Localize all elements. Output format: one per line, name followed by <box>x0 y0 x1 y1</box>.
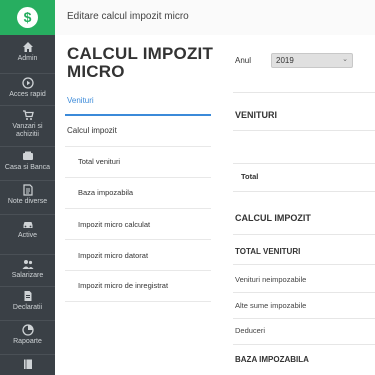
divider <box>233 318 375 319</box>
menu-item-impozit-datorat[interactable]: Impozit micro datorat <box>78 251 148 260</box>
page-title: CALCUL IMPOZIT MICRO <box>67 44 214 81</box>
book-icon <box>23 359 32 369</box>
notes-icon <box>22 184 33 196</box>
divider <box>233 163 375 164</box>
divider <box>65 239 211 240</box>
topbar: Editare calcul impozit micro <box>55 0 375 36</box>
chart-icon <box>21 324 34 336</box>
sidebar-item-active[interactable]: Active <box>0 214 55 240</box>
people-icon <box>22 260 33 269</box>
divider <box>233 292 375 293</box>
tab-active-indicator <box>65 114 211 116</box>
menu-item-baza-impozabila[interactable]: Baza impozabila <box>78 188 133 197</box>
year-select[interactable]: 2019 ⌄ <box>271 53 353 68</box>
divider <box>233 264 375 265</box>
car-icon <box>23 222 32 228</box>
play-circle-icon <box>21 77 34 89</box>
divider <box>65 208 211 209</box>
sidebar: $ Admin Acces rapid Vanzari si achizitii… <box>0 0 55 375</box>
divider <box>233 344 375 345</box>
divider <box>233 130 375 131</box>
venituri-total-label: Total <box>241 172 259 181</box>
section-calcul-impozit[interactable]: Calcul impozit <box>67 126 117 135</box>
divider <box>65 146 211 147</box>
total-venituri-label: TOTAL VENITURI <box>235 247 301 256</box>
page-header-title: Editare calcul impozit micro <box>67 11 189 22</box>
cart-icon <box>22 110 34 120</box>
year-label: Anul <box>235 56 252 65</box>
venituri-neimpozabile-label: Venituri neimpozabile <box>235 275 307 284</box>
sidebar-item-label: Declaratii <box>12 304 43 311</box>
sidebar-item-salarizare[interactable]: Salarizare <box>0 254 55 280</box>
divider <box>233 234 375 235</box>
sidebar-item-label: Casa si Banca <box>4 164 51 171</box>
divider <box>65 177 211 178</box>
document-icon <box>24 291 31 301</box>
sidebar-item-vanzari[interactable]: Vanzari si achizitii <box>0 105 55 139</box>
chevron-down-icon: ⌄ <box>342 56 348 63</box>
alte-sume-impozabile-label: Alte sume impozabile <box>235 301 307 310</box>
deduceri-label: Deduceri <box>235 326 266 335</box>
main-content: Anul 2019 ⌄ VENITURI Total CALCUL IMPOZI… <box>223 35 375 375</box>
section-calcul-impozit-heading: CALCUL IMPOZIT <box>235 213 311 223</box>
sidebar-item-label: Note diverse <box>7 198 48 205</box>
sidebar-item-note-diverse[interactable]: Note diverse <box>0 180 55 206</box>
sidebar-item-admin[interactable]: Admin <box>0 41 55 63</box>
sidebar-item-label: Active <box>17 232 38 239</box>
section-venituri-heading: VENITURI <box>235 110 278 120</box>
sidebar-item-label: Rapoarte <box>13 338 42 345</box>
menu-item-total-venituri[interactable]: Total venituri <box>78 157 120 166</box>
sidebar-item-label: Salarizare <box>11 272 44 279</box>
menu-item-impozit-calculat[interactable]: Impozit micro calculat <box>78 220 150 229</box>
divider <box>233 191 375 192</box>
sidebar-item-declaratii[interactable]: Declaratii <box>0 286 55 312</box>
sidebar-item-more[interactable] <box>0 354 55 370</box>
divider <box>65 270 211 271</box>
divider <box>65 301 211 302</box>
logo[interactable]: $ <box>0 0 55 35</box>
bank-icon <box>22 151 33 160</box>
sidebar-item-label: Vanzari si achizitii <box>12 123 43 138</box>
sidebar-item-label: Admin <box>17 55 38 62</box>
sidebar-item-acces-rapid[interactable]: Acces rapid <box>0 73 55 99</box>
sidebar-item-label: Acces rapid <box>9 91 46 98</box>
divider <box>233 92 375 93</box>
menu-item-impozit-de-inregistrat[interactable]: Impozit micro de inregistrat <box>78 281 168 290</box>
left-panel: CALCUL IMPOZIT MICRO Venituri Calcul imp… <box>55 35 224 375</box>
baza-impozabila-label: BAZA IMPOZABILA <box>235 355 309 364</box>
dollar-logo-icon: $ <box>17 7 38 28</box>
year-select-value: 2019 <box>276 56 294 65</box>
sidebar-item-rapoarte[interactable]: Rapoarte <box>0 320 55 346</box>
sidebar-item-casa-banca[interactable]: Casa si Banca <box>0 146 55 172</box>
home-icon <box>22 42 33 52</box>
tab-venituri[interactable]: Venituri <box>67 96 94 105</box>
